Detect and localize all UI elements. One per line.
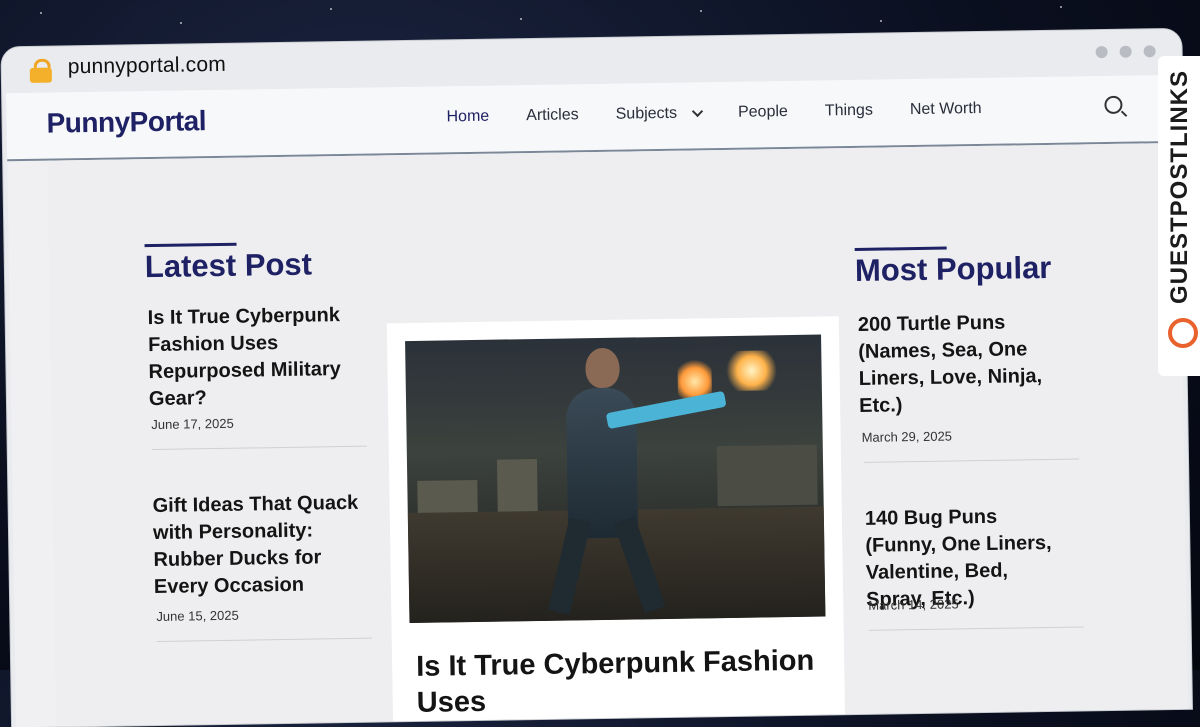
featured-image[interactable]: [405, 334, 826, 624]
popular-post-date: March 29, 2025: [861, 428, 953, 445]
latest-post-title[interactable]: Is It True Cyberpunk Fashion Uses Repurp…: [147, 302, 354, 413]
lock-icon: [29, 58, 52, 83]
guestpostlinks-badge: GUESTPOSTLINKS: [1158, 56, 1200, 376]
latest-heading: Latest Post: [144, 246, 313, 285]
latest-post-date: June 15, 2025: [156, 607, 239, 625]
nav-net-worth[interactable]: Net Worth: [910, 100, 982, 119]
popular-post-date: March 14, 2025: [868, 596, 959, 613]
divider: [156, 637, 372, 642]
nav-things[interactable]: Things: [825, 102, 873, 121]
popular-heading: Most Popular: [854, 249, 1052, 288]
heading-accent: [144, 242, 237, 248]
website: PunnyPortal Home Articles Subjects Peopl…: [6, 74, 1188, 727]
window-dot-icon[interactable]: [1143, 45, 1156, 58]
popular-post-title[interactable]: 200 Turtle Puns (Names, Sea, One Liners,…: [858, 309, 1050, 420]
nav-people[interactable]: People: [738, 103, 788, 122]
featured-post[interactable]: Is It True Cyberpunk Fashion Uses: [386, 316, 846, 727]
search-icon[interactable]: [1104, 95, 1123, 115]
badge-text: GUESTPOSTLINKS: [1166, 69, 1193, 304]
page-content: Latest Post Is It True Cyberpunk Fashion…: [47, 142, 1188, 727]
window-dot-icon[interactable]: [1095, 45, 1108, 59]
divider: [151, 445, 367, 451]
url-text[interactable]: punnyportal.com: [68, 53, 227, 79]
featured-post-title[interactable]: Is It True Cyberpunk Fashion Uses: [416, 642, 837, 721]
divider: [868, 626, 1084, 631]
divider: [864, 458, 1080, 463]
heading-accent: [854, 246, 947, 251]
link-icon: [1168, 318, 1198, 348]
nav-subjects[interactable]: Subjects: [616, 104, 703, 123]
chevron-down-icon: [691, 105, 703, 118]
site-logo[interactable]: PunnyPortal: [46, 105, 206, 140]
nav-articles[interactable]: Articles: [526, 106, 579, 125]
nav-home[interactable]: Home: [446, 108, 489, 127]
main-nav: Home Articles Subjects People Things Net…: [446, 100, 981, 126]
latest-post-title[interactable]: Gift Ideas That Quack with Personality: …: [152, 490, 364, 601]
browser-window: punnyportal.com PunnyPortal Home Article…: [1, 28, 1192, 727]
latest-post-date: June 17, 2025: [151, 415, 234, 433]
window-dot-icon[interactable]: [1119, 45, 1132, 58]
window-controls: [1095, 45, 1156, 59]
